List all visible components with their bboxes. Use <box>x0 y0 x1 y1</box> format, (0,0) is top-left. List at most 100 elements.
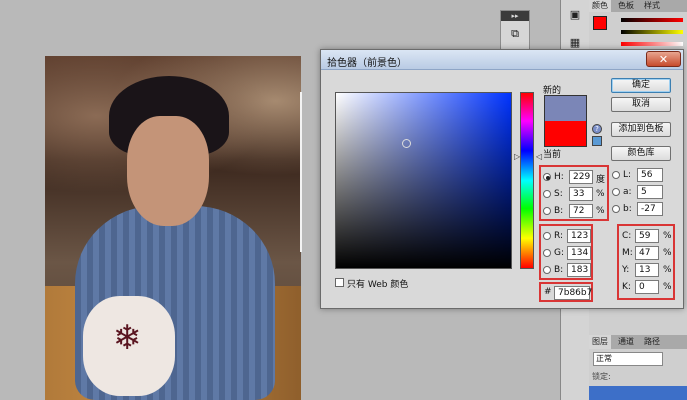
web-colors-only-label: 只有 Web 颜色 <box>347 280 409 290</box>
brightness-input[interactable]: 72 <box>569 204 593 218</box>
red-label: R: <box>554 231 564 241</box>
hex-group: # 7b86b7 <box>539 282 593 302</box>
lab-row-a: a: 5 <box>612 184 672 200</box>
green-radio[interactable] <box>543 249 551 257</box>
panel-tabs: 颜色 色板 样式 <box>589 0 687 12</box>
cyan-unit: % <box>663 231 672 241</box>
dialog-titlebar[interactable]: 拾色器（前景色） ✕ <box>321 50 683 70</box>
hue-unit: 度 <box>596 175 606 185</box>
new-color-swatch <box>544 95 587 121</box>
close-button[interactable]: ✕ <box>646 51 681 67</box>
magenta-input[interactable]: 47 <box>635 246 659 260</box>
red-slider[interactable] <box>621 18 683 22</box>
photo-face <box>127 116 209 226</box>
current-color-swatch[interactable] <box>544 121 587 147</box>
history-icon[interactable]: ⧉ <box>508 27 522 41</box>
hex-input[interactable]: 7b86b7 <box>554 286 592 300</box>
b-lab-radio[interactable] <box>612 205 620 213</box>
collapse-arrows-icon[interactable]: ▸▸ <box>501 11 529 21</box>
blue-input[interactable]: 183 <box>567 263 591 277</box>
lock-label: 锁定: <box>592 372 611 381</box>
lab-row-b: b: -27 <box>612 201 672 217</box>
ok-button[interactable]: 确定 <box>611 78 671 93</box>
red-radio[interactable] <box>543 232 551 240</box>
cmyk-group: C: 59 % M: 47 % Y: 13 % K: 0 % <box>617 224 675 300</box>
lab-row-l: L: 56 <box>612 167 672 183</box>
foreground-color-swatch[interactable] <box>593 16 607 30</box>
hsb-row-h: H: 229 度 <box>543 169 607 185</box>
blend-mode-select[interactable]: 正常 <box>593 352 663 366</box>
layers-tabs: 图层 通道 路径 <box>589 335 687 349</box>
hue-slider[interactable] <box>520 92 534 269</box>
brightness-label: B: <box>554 206 564 216</box>
photo-image[interactable]: ❄ <box>45 56 301 400</box>
color-picker-dialog: 拾色器（前景色） ✕ ▷ ◁ 新的 当前 ? 确定 取消 添加到色板 颜色库 H… <box>320 49 684 309</box>
rgb-group: R: 123 G: 134 B: 183 <box>539 224 593 280</box>
snowflake-icon: ❄ <box>112 318 142 358</box>
black-label: K: <box>622 282 631 292</box>
lab-group: L: 56 a: 5 b: -27 <box>612 167 672 223</box>
collapsed-panel[interactable]: ▸▸ ⧉ <box>500 10 530 50</box>
b-lab-input[interactable]: -27 <box>637 202 663 216</box>
add-to-swatches-button[interactable]: 添加到色板 <box>611 122 671 137</box>
a-label: a: <box>623 187 632 197</box>
brightness-radio[interactable] <box>543 207 551 215</box>
hue-label: H: <box>554 172 564 182</box>
hue-radio[interactable] <box>543 173 551 181</box>
l-input[interactable]: 56 <box>637 168 663 182</box>
green-label: G: <box>554 248 565 258</box>
cyan-label: C: <box>622 231 632 241</box>
web-safe-swatch-icon[interactable] <box>592 136 602 146</box>
rgb-row-r: R: 123 <box>543 228 591 244</box>
current-color-label: 当前 <box>543 150 562 160</box>
cyan-input[interactable]: 59 <box>635 229 659 243</box>
color-selector-circle[interactable] <box>402 139 411 148</box>
hsb-row-b: B: 72 % <box>543 203 607 219</box>
hsb-row-s: S: 33 % <box>543 186 607 202</box>
brightness-unit: % <box>596 206 605 216</box>
blue-slider[interactable] <box>621 42 683 46</box>
saturation-input[interactable]: 33 <box>569 187 593 201</box>
rgb-row-g: G: 134 <box>543 245 591 261</box>
l-label: L: <box>623 170 632 180</box>
color-libraries-button[interactable]: 颜色库 <box>611 146 671 161</box>
yellow-input[interactable]: 13 <box>635 263 659 277</box>
tab-swatches[interactable]: 色板 <box>615 0 637 12</box>
magenta-unit: % <box>663 248 672 258</box>
color-icon[interactable]: ▣ <box>566 6 584 24</box>
hex-label: # <box>544 287 552 297</box>
black-input[interactable]: 0 <box>635 280 659 294</box>
black-unit: % <box>663 282 672 292</box>
cancel-button[interactable]: 取消 <box>611 97 671 112</box>
lock-row: 锁定: <box>589 370 687 384</box>
saturation-label: S: <box>554 189 563 199</box>
a-input[interactable]: 5 <box>637 185 663 199</box>
green-input[interactable]: 134 <box>567 246 591 260</box>
magenta-label: M: <box>622 248 633 258</box>
hue-input[interactable]: 229 <box>569 170 593 184</box>
blue-radio[interactable] <box>543 266 551 274</box>
dialog-title: 拾色器（前景色） <box>327 58 407 69</box>
cmyk-row-k: K: 0 % <box>621 279 673 295</box>
layer-row[interactable] <box>589 386 687 400</box>
blue-label: B: <box>554 265 564 275</box>
tab-paths[interactable]: 路径 <box>641 335 663 349</box>
saturation-radio[interactable] <box>543 190 551 198</box>
tab-channels[interactable]: 通道 <box>615 335 637 349</box>
tab-layers[interactable]: 图层 <box>589 335 611 349</box>
hsb-group: H: 229 度 S: 33 % B: 72 % <box>539 165 609 221</box>
gamut-warning-icon[interactable]: ? <box>592 124 602 134</box>
color-field[interactable] <box>335 92 512 269</box>
tab-color[interactable]: 颜色 <box>589 0 611 12</box>
green-slider[interactable] <box>621 30 683 34</box>
tab-styles[interactable]: 样式 <box>641 0 663 12</box>
red-input[interactable]: 123 <box>567 229 591 243</box>
web-colors-only-checkbox[interactable] <box>335 278 344 287</box>
yellow-label: Y: <box>622 265 630 275</box>
l-radio[interactable] <box>612 171 620 179</box>
cmyk-row-c: C: 59 % <box>621 228 673 244</box>
b-lab-label: b: <box>623 204 632 214</box>
a-radio[interactable] <box>612 188 620 196</box>
cmyk-row-y: Y: 13 % <box>621 262 673 278</box>
hue-right-arrow-icon[interactable]: ◁ <box>536 152 542 161</box>
